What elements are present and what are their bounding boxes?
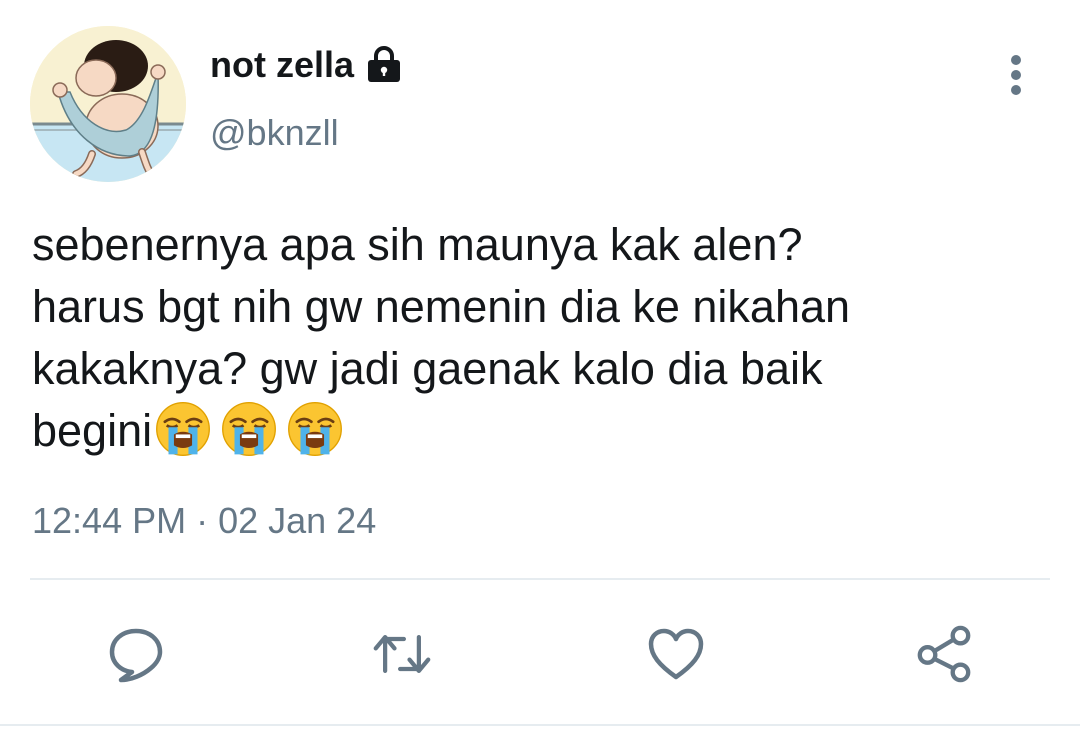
tweet-line-text: begini bbox=[32, 405, 153, 456]
tweet-line: kakaknya? gw jadi gaenak kalo dia baik bbox=[32, 343, 823, 394]
share-icon bbox=[917, 625, 971, 683]
divider bbox=[30, 578, 1050, 580]
avatar-image bbox=[30, 26, 186, 182]
reply-icon bbox=[109, 628, 163, 683]
more-options-button[interactable] bbox=[996, 52, 1036, 98]
more-vertical-icon bbox=[1011, 55, 1021, 95]
reply-button[interactable] bbox=[106, 624, 166, 684]
loudly-crying-face-icon bbox=[288, 402, 343, 456]
bottom-divider bbox=[0, 724, 1080, 726]
display-name-text: not zella bbox=[210, 44, 355, 85]
loudly-crying-face-icon bbox=[156, 402, 211, 456]
like-button[interactable] bbox=[646, 624, 706, 684]
tweet-line-last: begini bbox=[32, 400, 1052, 462]
heart-icon bbox=[648, 628, 704, 680]
tweet-timestamp[interactable]: 12:44 PM · 02 Jan 24 bbox=[32, 500, 376, 542]
avatar[interactable] bbox=[30, 26, 186, 182]
lock-icon bbox=[364, 45, 404, 85]
tweet-line: sebenernya apa sih maunya kak alen? bbox=[32, 219, 803, 270]
loudly-crying-face-icon bbox=[222, 402, 277, 456]
retweet-button[interactable] bbox=[372, 624, 432, 684]
retweet-icon bbox=[373, 635, 431, 673]
display-name[interactable]: not zella bbox=[210, 44, 404, 86]
share-button[interactable] bbox=[914, 624, 974, 684]
user-handle[interactable]: @bknzll bbox=[210, 112, 339, 154]
tweet-text: sebenernya apa sih maunya kak alen? haru… bbox=[32, 214, 1052, 462]
tweet-line: harus bgt nih gw nemenin dia ke nikahan bbox=[32, 281, 851, 332]
